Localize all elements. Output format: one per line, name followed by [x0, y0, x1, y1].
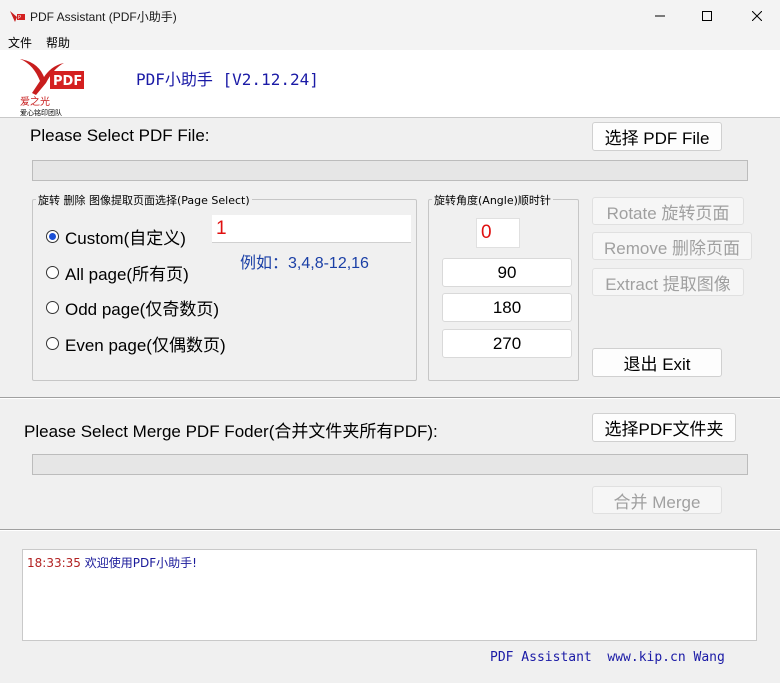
header-banner: PDF 爱之光 爱心铭印团队 PDF小助手 [V2.12.24]: [0, 50, 780, 118]
maximize-button[interactable]: [684, 0, 730, 32]
angle-group-title: 旋转角度(Angle)顺时针: [432, 192, 553, 208]
logo-bird-icon: PDF 爱之光 爱心铭印团队: [20, 59, 84, 117]
file-progress-bar: [32, 160, 748, 181]
close-button[interactable]: [734, 0, 780, 32]
logo-caption: 爱之光: [20, 95, 50, 108]
logo: PDF 爱之光 爱心铭印团队: [16, 53, 88, 117]
radio-odd-page-indicator[interactable]: [46, 301, 59, 314]
radio-all-page-label: All page(所有页): [65, 265, 189, 284]
section-divider-1: [0, 397, 780, 399]
maximize-icon: [702, 11, 712, 21]
select-pdf-folder-button[interactable]: 选择PDF文件夹: [592, 413, 736, 442]
extract-button[interactable]: Extract 提取图像: [592, 268, 744, 296]
radio-odd-page-label: Odd page(仅奇数页): [65, 300, 219, 319]
close-icon: [752, 11, 762, 21]
title-bar[interactable]: P PDF Assistant (PDF小助手): [0, 0, 780, 32]
section-divider-2: [0, 529, 780, 531]
radio-even-page-indicator[interactable]: [46, 337, 59, 350]
merge-button[interactable]: 合并 Merge: [592, 486, 722, 514]
minimize-icon: [655, 15, 665, 17]
radio-all-page-indicator[interactable]: [46, 266, 59, 279]
log-panel[interactable]: 18:33:35 欢迎使用PDF小助手!: [22, 549, 757, 641]
minimize-button[interactable]: [637, 0, 683, 32]
custom-pages-input[interactable]: 1: [212, 215, 411, 243]
page-select-group-title: 旋转 删除 图像提取页面选择(Page Select): [36, 192, 252, 208]
radio-custom-indicator[interactable]: [46, 230, 59, 243]
window-title: PDF Assistant (PDF小助手): [30, 10, 177, 24]
radio-even-page[interactable]: Even page(仅偶数页): [46, 331, 226, 356]
log-time: 18:33:35: [27, 556, 81, 570]
select-pdf-file-button[interactable]: 选择 PDF File: [592, 122, 722, 151]
angle-180-button[interactable]: 180: [442, 293, 572, 322]
merge-progress-bar: [32, 454, 748, 475]
radio-even-page-label: Even page(仅偶数页): [65, 336, 226, 355]
logo-text: PDF: [53, 74, 82, 89]
page-example-text: 例如：3,4,8-12,16: [240, 255, 369, 272]
log-message: 欢迎使用PDF小助手!: [80, 556, 197, 570]
radio-odd-page[interactable]: Odd page(仅奇数页): [46, 295, 219, 320]
radio-custom-label: Custom(自定义): [65, 229, 186, 248]
merge-folder-label: Please Select Merge PDF Foder(合并文件夹所有PDF…: [24, 422, 438, 441]
radio-custom[interactable]: Custom(自定义): [46, 224, 186, 249]
logo-subcaption: 爱心铭印团队: [20, 108, 62, 117]
angle-value-input[interactable]: 0: [476, 218, 520, 248]
footer-credit: PDF Assistant www.kip.cn Wang: [490, 650, 725, 665]
angle-270-button[interactable]: 270: [442, 329, 572, 358]
exit-button[interactable]: 退出 Exit: [592, 348, 722, 377]
svg-text:P: P: [18, 15, 21, 21]
log-entry: 18:33:35 欢迎使用PDF小助手!: [27, 554, 752, 571]
menu-help[interactable]: 帮助: [46, 34, 70, 51]
menu-file[interactable]: 文件: [8, 34, 32, 51]
remove-button[interactable]: Remove 删除页面: [592, 232, 752, 260]
app-icon: P: [10, 11, 25, 22]
app-heading: PDF小助手 [V2.12.24]: [136, 70, 319, 89]
select-file-label: Please Select PDF File:: [30, 126, 210, 145]
rotate-button[interactable]: Rotate 旋转页面: [592, 197, 744, 225]
menu-bar: 文件 帮助: [0, 32, 780, 50]
radio-all-page[interactable]: All page(所有页): [46, 260, 189, 285]
angle-90-button[interactable]: 90: [442, 258, 572, 287]
